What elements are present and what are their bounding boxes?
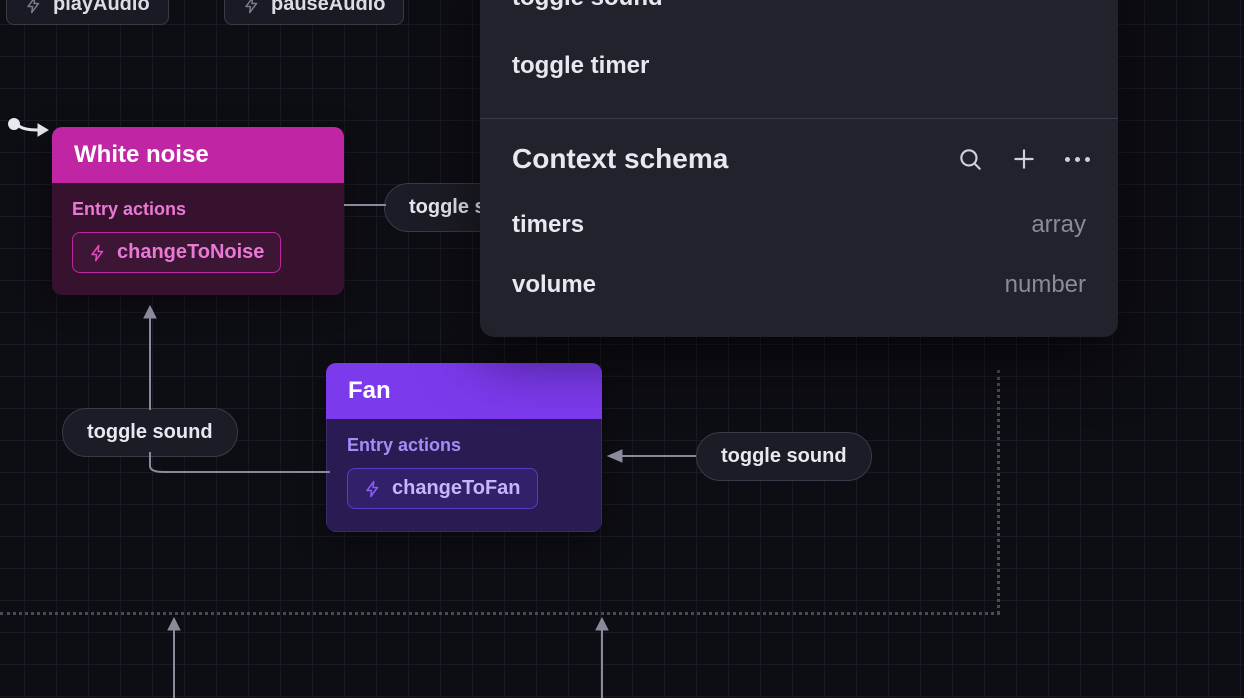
plus-icon[interactable] — [1011, 146, 1037, 172]
entry-actions-label: Entry actions — [72, 199, 324, 220]
bolt-icon — [243, 0, 261, 14]
context-schema-title: Context schema — [512, 143, 957, 175]
action-chip-label: playAudio — [53, 0, 150, 16]
context-schema-header: Context schema — [480, 119, 1118, 195]
action-chip-label: pauseAudio — [271, 0, 385, 16]
action-chip-pause-audio[interactable]: pauseAudio — [224, 0, 404, 25]
schema-type: number — [1005, 271, 1086, 299]
transition-toggle-sound[interactable]: toggle sound — [62, 408, 238, 457]
bolt-icon — [364, 480, 382, 498]
event-item-toggle-timer[interactable]: toggle timer — [480, 32, 1118, 100]
edge — [140, 452, 330, 476]
entry-action-chip[interactable]: changeToNoise — [72, 232, 281, 273]
side-panel: toggle sound toggle timer Context schema… — [480, 0, 1118, 337]
bolt-icon — [25, 0, 43, 14]
transition-toggle-sound-far[interactable]: toggle sound — [696, 432, 872, 481]
schema-row-volume[interactable]: volume number — [480, 255, 1118, 315]
machine-border-bottom — [0, 612, 1000, 615]
state-title: Fan — [326, 363, 602, 419]
schema-key: volume — [512, 271, 596, 299]
edge — [344, 200, 386, 210]
edge — [604, 448, 696, 464]
state-node-fan[interactable]: Fan Entry actions changeToFan — [326, 363, 602, 532]
state-title: White noise — [52, 127, 344, 183]
schema-type: array — [1031, 211, 1086, 239]
entry-action-chip[interactable]: changeToFan — [347, 468, 538, 509]
edge — [140, 300, 160, 410]
action-chip-play-audio[interactable]: playAudio — [6, 0, 169, 25]
event-item-toggle-sound[interactable]: toggle sound — [480, 0, 1118, 32]
bolt-icon — [89, 244, 107, 262]
initial-state-arrow — [14, 118, 50, 138]
entry-action-label: changeToNoise — [117, 241, 264, 264]
search-icon[interactable] — [957, 146, 983, 172]
more-icon[interactable] — [1065, 157, 1090, 162]
edge — [594, 614, 610, 698]
schema-key: timers — [512, 211, 584, 239]
machine-border-right — [997, 370, 1000, 614]
entry-actions-label: Entry actions — [347, 435, 581, 456]
schema-row-timers[interactable]: timers array — [480, 195, 1118, 255]
entry-action-label: changeToFan — [392, 477, 521, 500]
state-node-white-noise[interactable]: White noise Entry actions changeToNoise — [52, 127, 344, 295]
events-list: toggle sound toggle timer — [480, 0, 1118, 118]
edge — [166, 614, 182, 698]
